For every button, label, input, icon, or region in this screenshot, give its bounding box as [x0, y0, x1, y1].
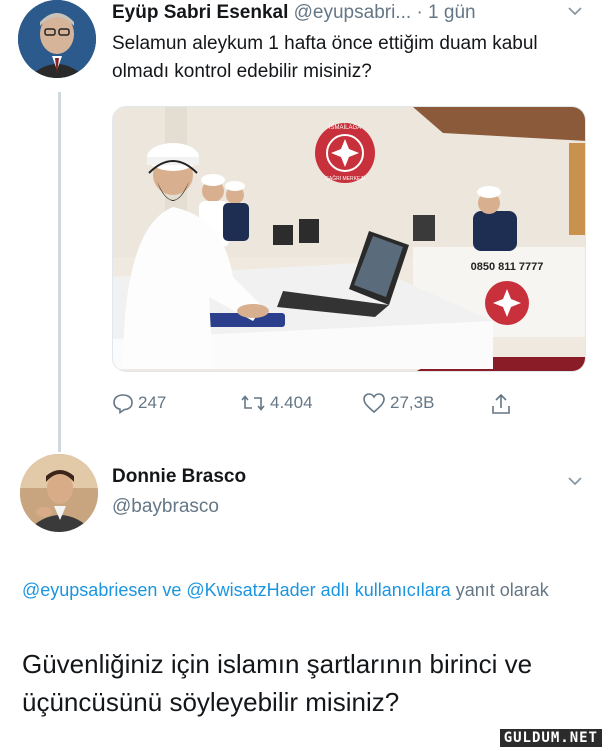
author-name[interactable]: Donnie Brasco: [112, 466, 246, 488]
author-name[interactable]: Eyüp Sabri Esenkal: [112, 2, 288, 23]
tweet-header: Eyüp Sabri Esenkal @eyupsabri... · 1 gün: [112, 2, 476, 24]
tweet-text: Selamun aleykum 1 hafta önce ettiğim dua…: [112, 33, 538, 82]
tweet-photo[interactable]: İSMAİLAĞA ÇAĞRI MERKEZİ 0850 811 7777: [112, 106, 586, 372]
retweet-icon: [241, 395, 265, 411]
chevron-down-icon[interactable]: [566, 472, 584, 495]
tweet-text: Güvenliğiniz için islamın şartlarının bi…: [22, 649, 533, 717]
reply-to-suffix: yanıt olarak: [450, 580, 549, 600]
tweet-actions: 247 4.404 27,3B: [112, 392, 552, 418]
reply-button[interactable]: 247: [112, 392, 166, 414]
reply-to-users-link[interactable]: @eyupsabriesen ve @KwisatzHader adlı kul…: [22, 580, 451, 600]
like-icon: [363, 393, 385, 414]
avatar[interactable]: [18, 0, 96, 78]
author-handle[interactable]: @baybrasco: [112, 496, 219, 518]
reply-context: @eyupsabriesen ve @KwisatzHader adlı kul…: [22, 576, 582, 604]
retweet-button[interactable]: 4.404: [240, 392, 313, 414]
photo-desk-sign: 0850 811 7777: [471, 261, 544, 273]
like-button[interactable]: 27,3B: [362, 392, 434, 414]
chevron-down-icon[interactable]: [566, 2, 584, 25]
thread-connector-line: [58, 92, 61, 452]
tweet-timestamp[interactable]: · 1 gün: [416, 2, 475, 23]
photo-logo-text: İSMAİLAĞA: [329, 124, 361, 131]
reply-count: 247: [138, 393, 167, 412]
share-icon: [492, 393, 510, 414]
reply-icon: [113, 394, 133, 414]
photo-logo-subtext: ÇAĞRI MERKEZİ: [325, 175, 364, 182]
author-handle[interactable]: @eyupsabri...: [294, 2, 412, 23]
avatar[interactable]: [20, 454, 98, 532]
watermark-logo: GULDUM.NET: [499, 729, 602, 747]
retweet-count: 4.404: [270, 393, 313, 412]
share-button[interactable]: [490, 392, 512, 416]
like-count: 27,3B: [390, 393, 435, 412]
